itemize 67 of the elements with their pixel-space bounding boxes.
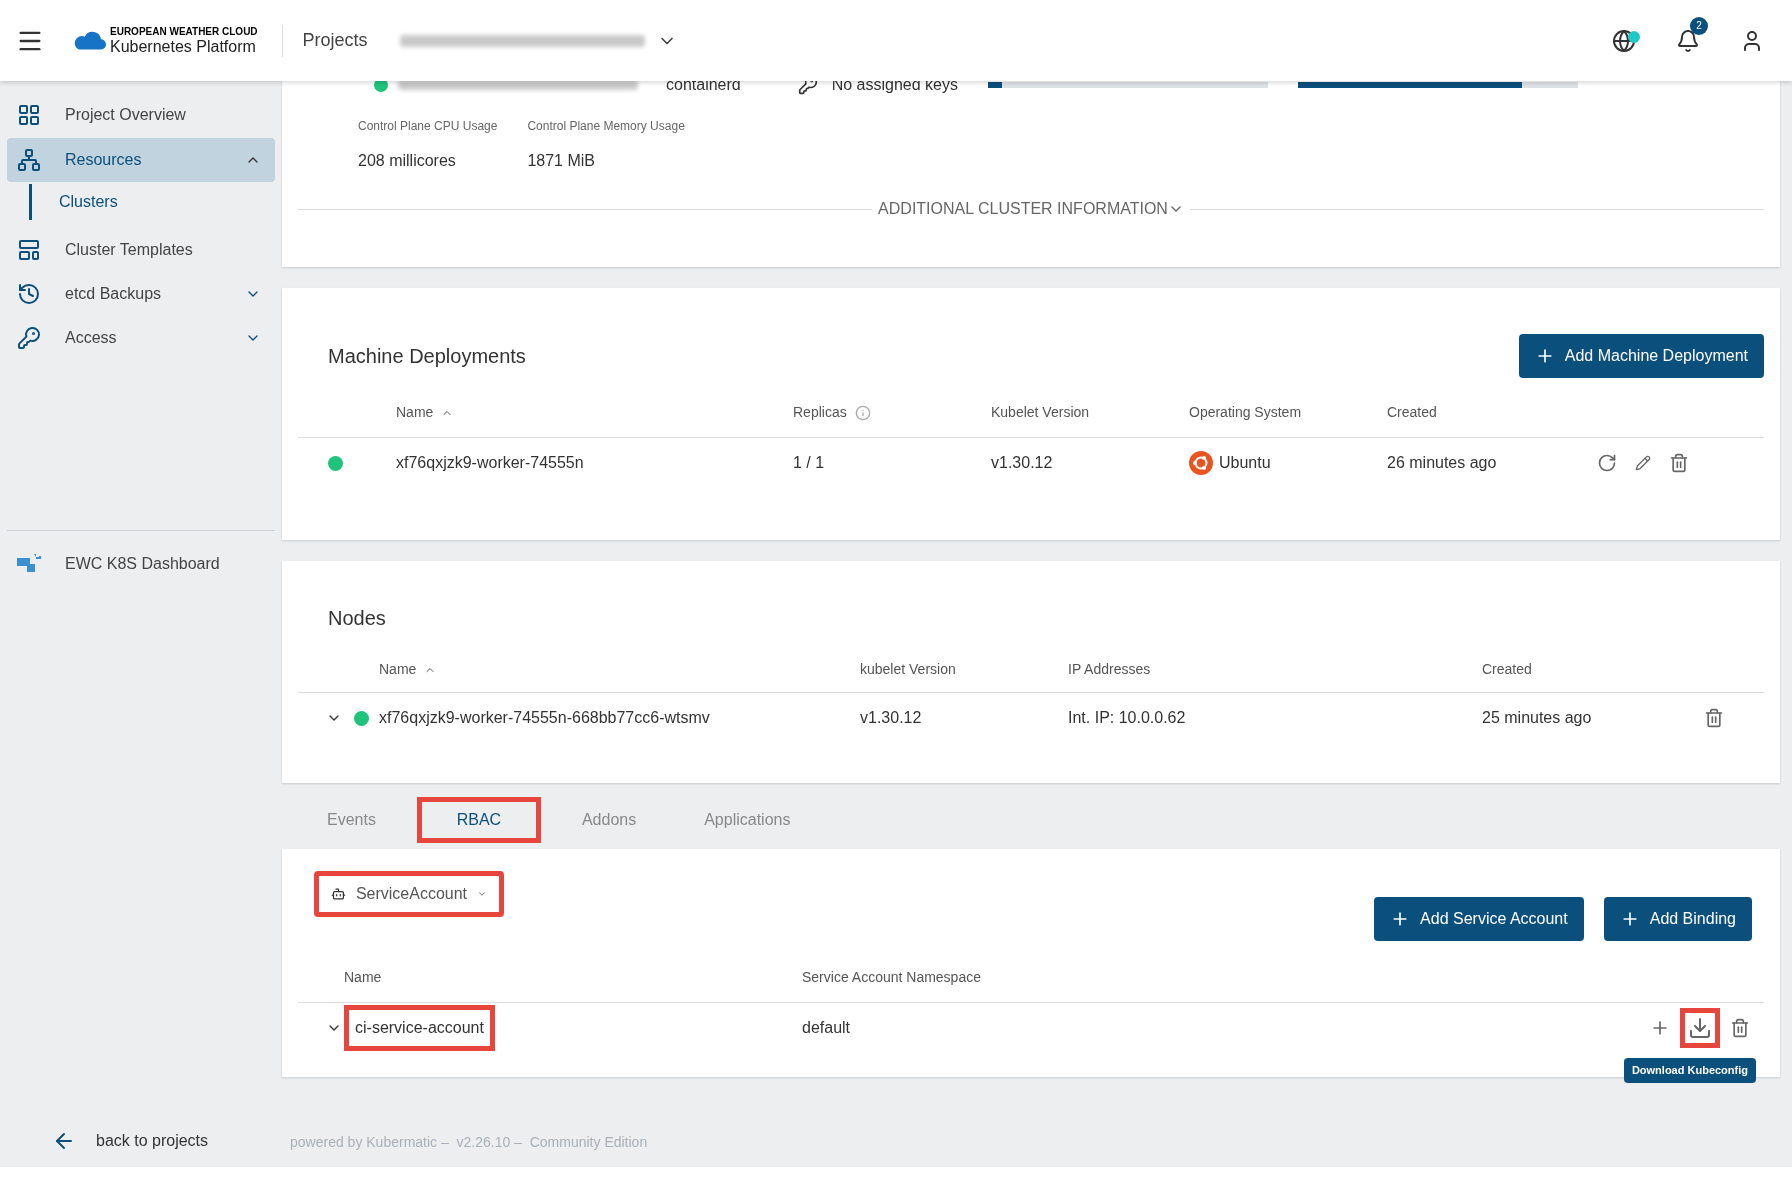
stat-label: Control Plane CPU Usage bbox=[358, 118, 498, 135]
restart-icon[interactable] bbox=[1597, 453, 1617, 473]
sidebar-item[interactable]: Cluster Templates bbox=[7, 228, 275, 272]
column-header: Kubelet Version bbox=[991, 403, 1091, 422]
info-icon bbox=[854, 404, 871, 421]
table-cell-text: 26 minutes ago bbox=[1387, 453, 1498, 473]
stat-value: 1871 MiB bbox=[527, 151, 596, 171]
back-link[interactable]: back to projects bbox=[7, 1129, 275, 1153]
brand-subtitle: Kubernetes Platform bbox=[110, 38, 257, 55]
download-button[interactable] bbox=[1680, 1008, 1720, 1048]
dashboard-logo-icon bbox=[17, 554, 41, 574]
tab[interactable]: RBAC bbox=[416, 797, 541, 843]
add-button[interactable]: Add Service Account bbox=[1374, 897, 1584, 941]
grid-icon bbox=[17, 103, 41, 127]
delete-icon[interactable] bbox=[1669, 453, 1689, 473]
column-header[interactable]: Name bbox=[396, 402, 793, 423]
runtime-text: containerd bbox=[666, 75, 741, 95]
table-cell-text: 25 minutes ago bbox=[1482, 708, 1592, 728]
history-icon bbox=[17, 282, 41, 306]
dashboard-link[interactable]: EWC K8S Dashboard bbox=[7, 531, 275, 597]
type-select[interactable]: ServiceAccount bbox=[314, 871, 504, 917]
edit-icon[interactable] bbox=[1635, 455, 1651, 471]
table-cell: ci-service-account bbox=[344, 1005, 495, 1051]
stat-value: 208 millicores bbox=[358, 151, 457, 171]
sidebar-subitem[interactable]: Clusters bbox=[29, 184, 275, 220]
table-cell-text: xf76qxjzk9-worker-74555n bbox=[396, 453, 585, 473]
card-title: Nodes bbox=[327, 606, 387, 631]
projects-label: Projects bbox=[302, 29, 368, 52]
additional-info-toggle[interactable]: ADDITIONAL CLUSTER INFORMATION bbox=[872, 197, 1190, 221]
ubuntu-logo-icon bbox=[1189, 451, 1213, 475]
table-cell-text: Ubuntu bbox=[1219, 453, 1271, 473]
column-header: Created bbox=[1387, 403, 1438, 422]
column-header: Operating System bbox=[1189, 403, 1303, 422]
download-icon bbox=[1688, 1016, 1712, 1040]
tooltip: Download Kubeconfig bbox=[1623, 1058, 1756, 1083]
cloud-logo-icon bbox=[72, 29, 106, 52]
delete-icon[interactable] bbox=[1704, 708, 1724, 728]
column-header[interactable]: Name bbox=[379, 659, 860, 680]
column-header: Service Account Namespace bbox=[802, 968, 982, 987]
sidebar-item[interactable]: etcd Backups bbox=[7, 272, 275, 316]
card-title: Machine Deployments bbox=[328, 344, 526, 369]
column-header: kubelet Version bbox=[860, 660, 957, 679]
table-cell-text: v1.30.12 bbox=[860, 708, 923, 728]
delete-icon[interactable] bbox=[1730, 1018, 1750, 1038]
sidebar-item[interactable]: Access bbox=[7, 316, 275, 360]
table-cell-text: default bbox=[802, 1018, 851, 1038]
stat-label: Control Plane Memory Usage bbox=[527, 118, 685, 135]
add-machine-deployment-button[interactable]: Add Machine Deployment bbox=[1518, 334, 1764, 378]
column-header: IP Addresses bbox=[1068, 660, 1152, 679]
column-header: Name bbox=[344, 968, 383, 987]
table-cell-text: Int. IP: 10.0.0.62 bbox=[1068, 708, 1187, 728]
table-cell-text: 1 / 1 bbox=[793, 453, 826, 473]
globe-icon bbox=[1612, 28, 1636, 53]
brand-title: EUROPEAN WEATHER CLOUD bbox=[110, 26, 258, 37]
column-header: Created bbox=[1482, 660, 1533, 679]
notifications-bell-icon[interactable] bbox=[1676, 28, 1700, 53]
add-button[interactable]: Add Binding bbox=[1603, 897, 1752, 941]
sidebar-item[interactable]: Project Overview bbox=[7, 93, 275, 137]
footer-text: powered by Kubermatic – v2.26.10 – Community Edition bbox=[290, 1133, 648, 1152]
table-cell-text: xf76qxjzk9-worker-74555n-668bb77cc6-wtsmv bbox=[379, 708, 711, 728]
template-icon bbox=[17, 238, 41, 262]
sidebar-item[interactable]: Resources bbox=[7, 138, 275, 182]
column-header: Replicas bbox=[793, 402, 991, 423]
table-cell-text: v1.30.12 bbox=[991, 453, 1054, 473]
key-icon bbox=[17, 326, 41, 350]
notification-badge: 2 bbox=[1690, 16, 1708, 35]
hierarchy-icon bbox=[17, 148, 41, 172]
